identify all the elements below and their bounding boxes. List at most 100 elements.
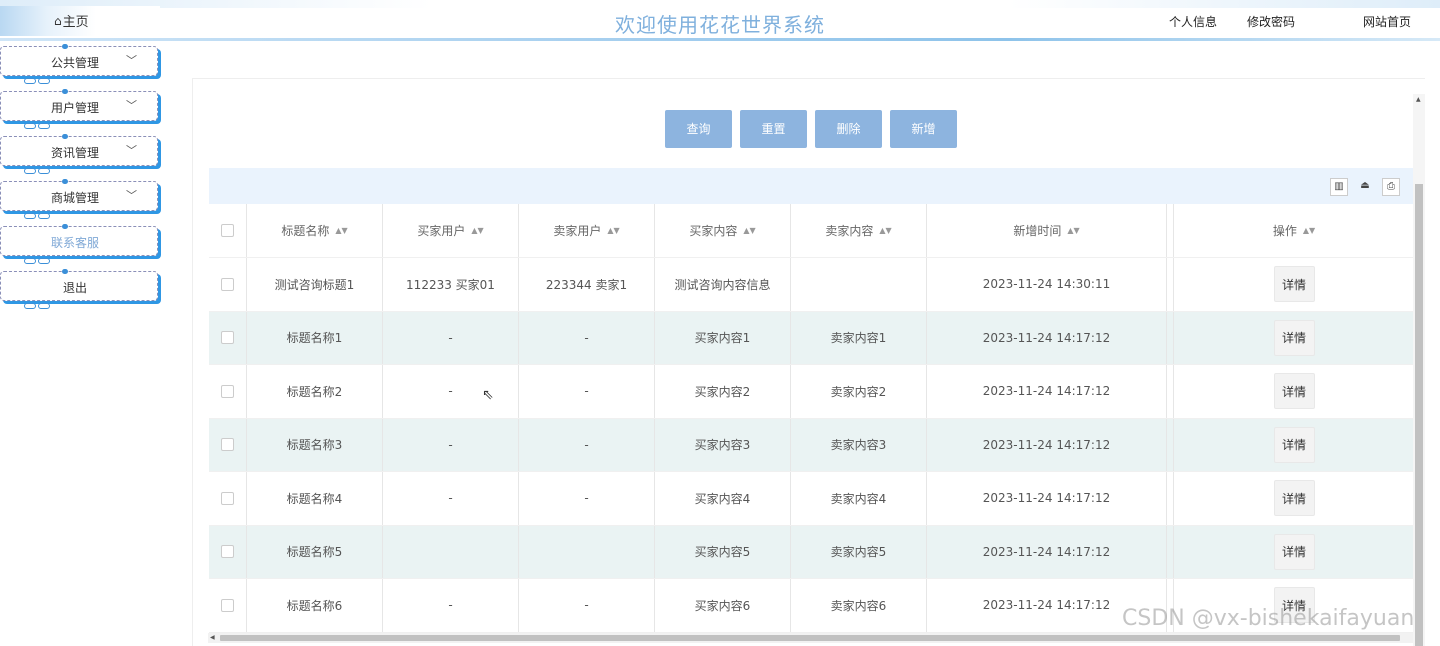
row-checkbox-cell bbox=[209, 579, 247, 632]
cell-seller: - bbox=[519, 365, 655, 418]
row-checkbox[interactable] bbox=[221, 598, 234, 612]
decor-bubble bbox=[24, 168, 36, 174]
chevron-down-icon: ﹀ bbox=[126, 144, 137, 157]
column-header-label: 操作 bbox=[1272, 224, 1297, 238]
sidebar-item-label: 联系客服 bbox=[50, 236, 99, 250]
detail-button[interactable]: 详情 bbox=[1273, 533, 1315, 570]
detail-button[interactable]: 详情 bbox=[1273, 266, 1315, 303]
chevron-down-icon: ﹀ bbox=[126, 54, 137, 67]
query-button[interactable]: 查询 bbox=[665, 110, 732, 148]
table-row: 标题名称4 - - 买家内容4 卖家内容4 2023-11-24 14:17:1… bbox=[209, 472, 1414, 526]
profile-link[interactable]: 个人信息 bbox=[1169, 13, 1217, 30]
cell-seller: 223344 卖家1 bbox=[519, 258, 655, 311]
row-checkbox[interactable] bbox=[221, 331, 234, 345]
column-gap bbox=[1167, 311, 1174, 364]
cell-buyer-content: 买家内容2 bbox=[655, 365, 791, 418]
cell-time: 2023-11-24 14:30:11 bbox=[927, 258, 1167, 311]
print-icon[interactable]: ⎙ bbox=[1382, 178, 1400, 196]
detail-button[interactable]: 详情 bbox=[1273, 319, 1315, 356]
column-header-time[interactable]: 新增时间 ▲▼ bbox=[927, 204, 1167, 257]
main-panel: 查询 重置 删除 新增 ▥ ⏏ ⎙ 标题名称 ▲▼ 买家用户 ▲▼ 卖家用户 ▲▼ 买… bbox=[192, 78, 1425, 646]
decor-bubble bbox=[38, 123, 50, 129]
row-checkbox[interactable] bbox=[221, 384, 234, 398]
decor-dot bbox=[62, 224, 68, 229]
row-checkbox[interactable] bbox=[221, 491, 234, 505]
chevron-down-icon: ﹀ bbox=[126, 189, 137, 202]
vertical-scrollbar[interactable]: ▲ bbox=[1413, 94, 1425, 646]
cell-buyer-content: 买家内容4 bbox=[655, 472, 791, 525]
cell-action: 详情 bbox=[1174, 472, 1414, 525]
cell-buyer-content: 买家内容5 bbox=[655, 525, 791, 578]
column-header-action: 操作 ▲▼ bbox=[1174, 204, 1414, 257]
column-gap bbox=[1167, 525, 1174, 578]
scroll-up-arrow-icon[interactable]: ▲ bbox=[1416, 96, 1421, 103]
cell-buyer-content: 买家内容3 bbox=[655, 418, 791, 471]
select-all-checkbox[interactable] bbox=[221, 224, 234, 237]
column-header-title[interactable]: 标题名称 ▲▼ bbox=[247, 204, 383, 257]
site-home-link[interactable]: 网站首页 bbox=[1363, 13, 1411, 30]
header-decoration bbox=[0, 0, 1440, 8]
sidebar-item-news[interactable]: 资讯管理 ﹀ bbox=[0, 134, 160, 174]
cell-buyer-content: 测试咨询内容信息 bbox=[655, 258, 791, 311]
sidebar-item-logout[interactable]: 退出 bbox=[0, 269, 160, 309]
decor-bubble bbox=[24, 213, 36, 219]
cell-buyer bbox=[383, 525, 519, 578]
row-checkbox[interactable] bbox=[221, 277, 234, 291]
cell-time: 2023-11-24 14:17:12 bbox=[927, 418, 1167, 471]
sidebar-item-label: 退出 bbox=[62, 281, 87, 295]
column-header-label: 买家用户 bbox=[417, 224, 466, 238]
detail-button[interactable]: 详情 bbox=[1273, 426, 1315, 463]
decor-dot bbox=[62, 179, 68, 184]
column-header-seller[interactable]: 卖家用户 ▲▼ bbox=[519, 204, 655, 257]
cell-title: 标题名称3 bbox=[247, 418, 383, 471]
row-checkbox-cell bbox=[209, 525, 247, 578]
cell-seller: - bbox=[519, 418, 655, 471]
row-checkbox-cell bbox=[209, 418, 247, 471]
detail-button[interactable]: 详情 bbox=[1273, 373, 1315, 410]
scroll-left-arrow-icon[interactable]: ◀ bbox=[210, 634, 215, 641]
table-row: 标题名称3 - - 买家内容3 卖家内容3 2023-11-24 14:17:1… bbox=[209, 418, 1414, 472]
column-header-seller-content[interactable]: 卖家内容 ▲▼ bbox=[791, 204, 927, 257]
chevron-down-icon: ﹀ bbox=[126, 99, 137, 112]
decor-bubble bbox=[24, 258, 36, 264]
decor-bubble bbox=[24, 303, 36, 309]
table-toolbar: ▥ ⏏ ⎙ bbox=[209, 168, 1414, 204]
mouse-cursor-icon: ⇖ bbox=[482, 387, 494, 403]
decor-bubble bbox=[38, 78, 50, 84]
delete-button[interactable]: 删除 bbox=[815, 110, 882, 148]
cell-seller-content bbox=[791, 258, 927, 311]
sort-icon: ▲▼ bbox=[1302, 226, 1316, 235]
detail-button[interactable]: 详情 bbox=[1273, 480, 1315, 517]
cell-buyer-content: 买家内容1 bbox=[655, 311, 791, 364]
row-checkbox-cell bbox=[209, 311, 247, 364]
sidebar-item-contact-service[interactable]: 联系客服 bbox=[0, 224, 160, 264]
cell-time: 2023-11-24 14:17:12 bbox=[927, 472, 1167, 525]
table-header-row: 标题名称 ▲▼ 买家用户 ▲▼ 卖家用户 ▲▼ 买家内容 ▲▼ 卖家内容 ▲▼ 新增时间 ▲… bbox=[209, 204, 1414, 258]
horizontal-scrollbar[interactable]: ◀ bbox=[208, 633, 1413, 643]
cell-seller: - bbox=[519, 472, 655, 525]
cell-title: 标题名称5 bbox=[247, 525, 383, 578]
sidebar-item-mall[interactable]: 商城管理 ﹀ bbox=[0, 179, 160, 219]
cell-seller: - bbox=[519, 311, 655, 364]
row-checkbox[interactable] bbox=[221, 545, 234, 559]
column-gap bbox=[1167, 258, 1174, 311]
export-icon[interactable]: ⏏ bbox=[1356, 178, 1374, 196]
cell-seller-content: 卖家内容4 bbox=[791, 472, 927, 525]
column-header-buyer[interactable]: 买家用户 ▲▼ bbox=[383, 204, 519, 257]
horizontal-scroll-thumb[interactable] bbox=[220, 635, 1400, 641]
decor-bubble bbox=[24, 78, 36, 84]
row-checkbox[interactable] bbox=[221, 438, 234, 452]
add-button[interactable]: 新增 bbox=[890, 110, 957, 148]
decor-dot bbox=[62, 134, 68, 139]
sidebar-item-public[interactable]: 公共管理 ﹀ bbox=[0, 44, 160, 84]
vertical-scroll-thumb[interactable] bbox=[1415, 184, 1423, 646]
cell-time: 2023-11-24 14:17:12 bbox=[927, 365, 1167, 418]
cell-buyer: - bbox=[383, 472, 519, 525]
change-password-link[interactable]: 修改密码 bbox=[1247, 13, 1295, 30]
cell-title: 测试咨询标题1 bbox=[247, 258, 383, 311]
column-header-buyer-content[interactable]: 买家内容 ▲▼ bbox=[655, 204, 791, 257]
sidebar-item-users[interactable]: 用户管理 ﹀ bbox=[0, 89, 160, 129]
cell-title: 标题名称6 bbox=[247, 579, 383, 632]
columns-icon[interactable]: ▥ bbox=[1330, 178, 1348, 196]
reset-button[interactable]: 重置 bbox=[740, 110, 807, 148]
